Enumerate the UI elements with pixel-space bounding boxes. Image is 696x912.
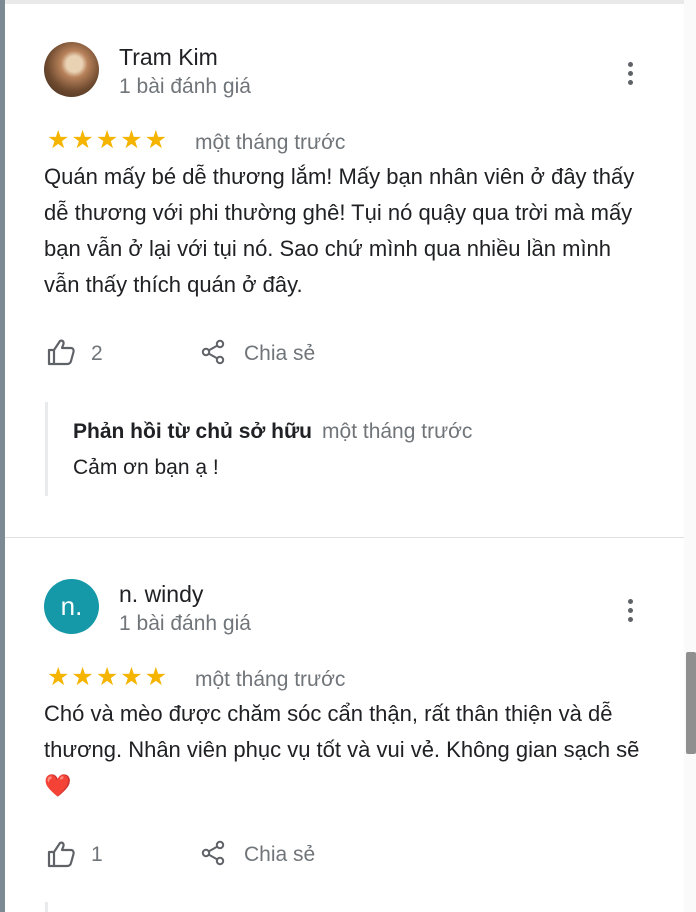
like-count: 2 <box>91 342 103 365</box>
share-icon[interactable] <box>200 840 226 866</box>
review-card: n. n. windy 1 bài đánh giá ★★★★★ một thá… <box>5 538 684 912</box>
reviewer-review-count: 1 bài đánh giá <box>119 612 251 635</box>
more-vert-icon[interactable] <box>625 62 635 89</box>
owner-reply-divider <box>45 402 48 496</box>
owner-reply-label: Phản hồi từ chủ sở hữu <box>73 420 313 443</box>
like-count: 1 <box>91 843 103 866</box>
review-time: một tháng trước <box>195 131 346 154</box>
review-card: Tram Kim 1 bài đánh giá ★★★★★ một tháng … <box>5 0 684 536</box>
review-time: một tháng trước <box>195 668 346 691</box>
reviewer-name[interactable]: n. windy <box>119 581 203 608</box>
share-button[interactable]: Chia sẻ <box>244 843 315 867</box>
owner-reply-header: Phản hồi từ chủ sở hữu một tháng trước <box>73 420 472 444</box>
thumbs-up-icon[interactable] <box>46 338 76 366</box>
share-icon[interactable] <box>200 339 226 365</box>
review-text: Quán mấy bé dễ thương lắm! Mấy bạn nhân … <box>44 164 635 297</box>
avatar[interactable]: n. <box>44 579 99 634</box>
star-rating: ★★★★★ <box>47 663 170 691</box>
reviewer-review-count: 1 bài đánh giá <box>119 75 251 98</box>
share-button[interactable]: Chia sẻ <box>244 342 315 366</box>
scrollbar-thumb[interactable] <box>686 652 696 754</box>
owner-reply-text: Cảm ơn bạn ạ ! <box>73 456 219 479</box>
reviewer-name[interactable]: Tram Kim <box>119 44 218 71</box>
star-rating: ★★★★★ <box>47 126 170 154</box>
scrollbar-track[interactable] <box>684 0 696 912</box>
more-vert-icon[interactable] <box>625 599 635 626</box>
avatar[interactable] <box>44 42 99 97</box>
owner-reply-time: một tháng trước <box>322 420 473 443</box>
review-text: Chó và mèo được chăm sóc cẩn thận, rất t… <box>44 701 640 798</box>
thumbs-up-icon[interactable] <box>46 840 76 868</box>
owner-reply-divider <box>45 902 48 912</box>
